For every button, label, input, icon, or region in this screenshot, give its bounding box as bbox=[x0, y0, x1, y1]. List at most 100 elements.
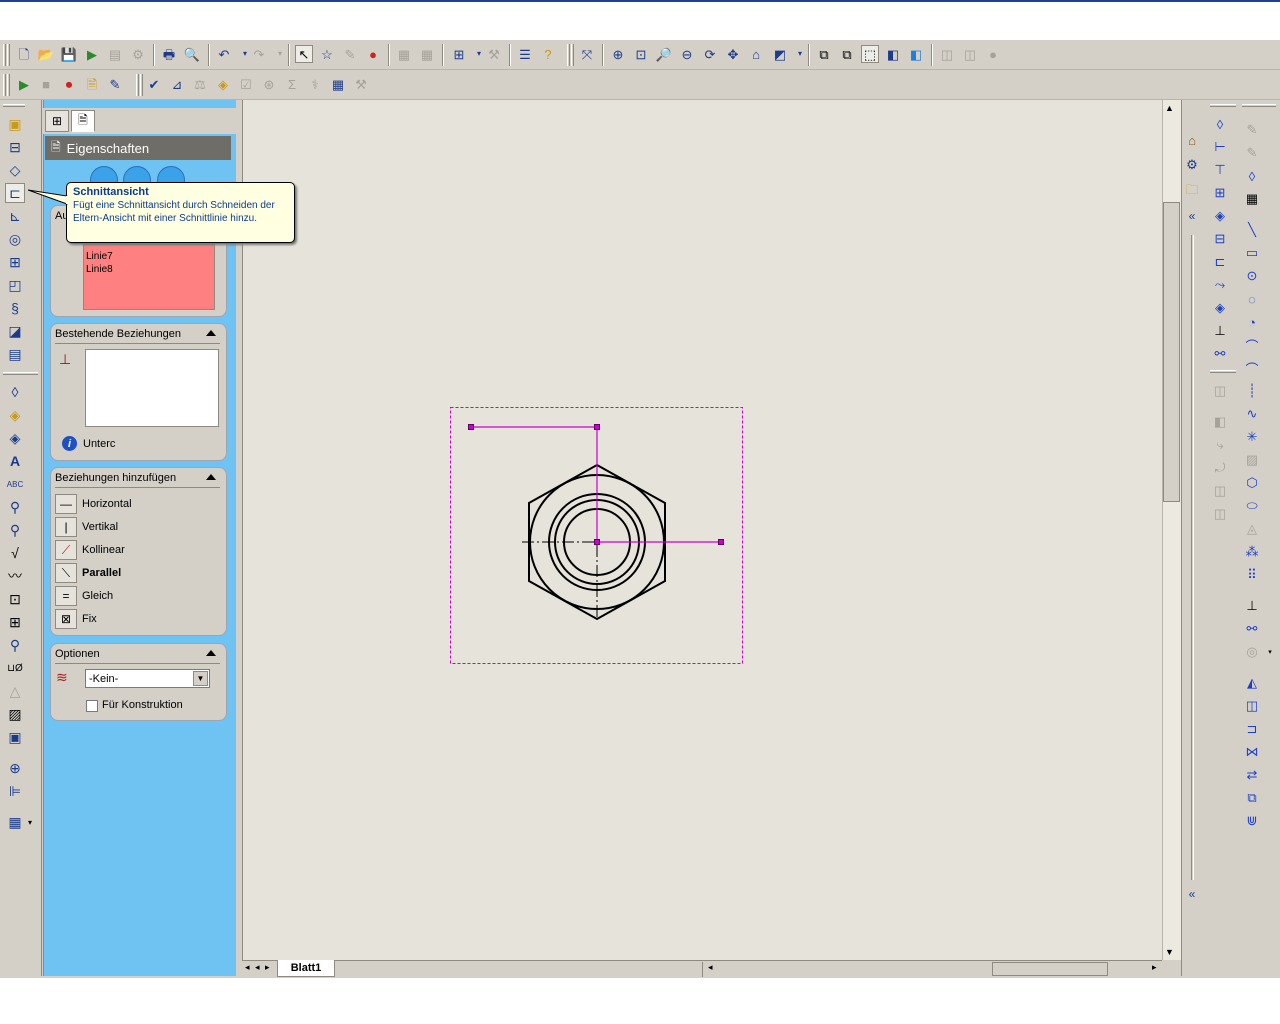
surface-finish-icon[interactable]: √ bbox=[5, 543, 25, 563]
tangent-arc-icon[interactable]: ◔ bbox=[1242, 312, 1262, 332]
centerline-icon[interactable]: ┊ bbox=[1242, 381, 1262, 401]
grid-icon[interactable]: ▦ bbox=[395, 45, 413, 63]
toolbar-grip[interactable] bbox=[1210, 370, 1236, 373]
section-view-icon[interactable]: ⊏ bbox=[5, 183, 25, 203]
polygon-icon[interactable]: ⬡ bbox=[1242, 473, 1262, 493]
break-icon[interactable]: § bbox=[5, 298, 25, 318]
sketch-endpoint[interactable] bbox=[718, 539, 724, 545]
layer-props-icon[interactable]: ◫ bbox=[1210, 381, 1230, 401]
smart-dimension-icon[interactable]: ◊ bbox=[1242, 166, 1262, 186]
scroll-right-icon[interactable]: ▸ bbox=[1152, 962, 1157, 973]
mass-properties-icon[interactable]: ⚖ bbox=[191, 75, 209, 93]
mirror-icon[interactable]: ◬ bbox=[1242, 519, 1262, 539]
file-explorer-icon[interactable]: 🗀 bbox=[1182, 182, 1202, 202]
drawing-view[interactable] bbox=[242, 100, 1162, 960]
alternate-position-icon[interactable]: ▤ bbox=[5, 344, 25, 364]
check-icon[interactable]: ☑ bbox=[237, 75, 255, 93]
horizontal-ordinate-icon[interactable]: ⊟ bbox=[1210, 229, 1230, 249]
table-dropdown-icon[interactable]: ▾ bbox=[28, 818, 32, 827]
baseline-dimension-icon[interactable]: ⊞ bbox=[1210, 183, 1230, 203]
toolbar-grip[interactable] bbox=[1242, 104, 1276, 107]
first-sheet-icon[interactable]: ◂ bbox=[245, 962, 250, 973]
spell-check-icon[interactable]: ✔ bbox=[145, 75, 163, 93]
prev-sheet-icon[interactable]: ◂ bbox=[255, 962, 260, 973]
snap-dropdown-icon[interactable]: ▾ bbox=[1260, 642, 1280, 662]
sketch-endpoint[interactable] bbox=[594, 539, 600, 545]
vertical-dimension-icon[interactable]: ⊤ bbox=[1210, 160, 1230, 180]
trim-icon[interactable]: ⊐ bbox=[1242, 719, 1262, 739]
redo-icon[interactable]: ↷ bbox=[250, 45, 268, 63]
line-style-icon[interactable]: ⤾ bbox=[1210, 458, 1230, 478]
3point-arc-icon[interactable]: ⌒ bbox=[1242, 335, 1262, 355]
smart-dimension-icon[interactable]: ◊ bbox=[5, 382, 25, 402]
pan-icon[interactable]: ✥ bbox=[724, 45, 742, 63]
save-icon[interactable]: 💾 bbox=[60, 45, 78, 63]
mate-icon[interactable]: ⚒ bbox=[485, 45, 503, 63]
centerline-icon[interactable]: ⊫ bbox=[5, 781, 25, 801]
run-macro-icon[interactable]: ▶ bbox=[15, 75, 33, 93]
note-icon[interactable]: A bbox=[5, 451, 25, 471]
equal-icon[interactable]: = bbox=[55, 586, 77, 606]
spell-checker-icon[interactable]: ABC bbox=[5, 474, 25, 494]
section-properties-icon[interactable]: ◈ bbox=[214, 75, 232, 93]
toolbar-grip[interactable] bbox=[136, 74, 139, 96]
collinear-icon[interactable]: ⟋ bbox=[55, 540, 77, 560]
new-macro-icon[interactable]: 🗎 bbox=[83, 75, 101, 93]
list-item[interactable]: Linie8 bbox=[86, 263, 212, 276]
statistics-icon[interactable]: ▦ bbox=[329, 75, 347, 93]
redo-dropdown-icon[interactable]: ▾ bbox=[271, 45, 289, 63]
parallel-icon[interactable]: ⟍ bbox=[55, 563, 77, 583]
block-icon[interactable]: ▣ bbox=[5, 727, 25, 747]
ordinate-dimension-icon[interactable]: ◈ bbox=[1210, 206, 1230, 226]
select-other-icon[interactable]: ☆ bbox=[318, 45, 336, 63]
undo-icon[interactable]: ↶ bbox=[215, 45, 233, 63]
select-icon[interactable]: ↖ bbox=[295, 45, 313, 63]
next-sheet-icon[interactable]: ▸ bbox=[265, 962, 270, 973]
construction-checkbox[interactable] bbox=[86, 700, 98, 712]
zoom-in-icon[interactable]: 🔎 bbox=[655, 45, 673, 63]
realview-icon[interactable]: ● bbox=[984, 45, 1002, 63]
sheet-tab[interactable]: Blatt1 bbox=[277, 960, 335, 977]
new-doc-icon[interactable]: 🗋 bbox=[15, 45, 33, 63]
view-tool-icon[interactable]: ⤧ bbox=[578, 45, 596, 63]
centerpoint-arc-icon[interactable]: ◌ bbox=[1242, 289, 1262, 309]
print-setup-icon[interactable]: ▤ bbox=[106, 45, 124, 63]
home-icon[interactable]: ⌂ bbox=[1182, 130, 1202, 150]
3d-sketch-icon[interactable]: ✎ bbox=[1242, 143, 1262, 163]
help-icon[interactable]: ? bbox=[539, 45, 557, 63]
relation-fix[interactable]: ⊠ Fix bbox=[55, 608, 97, 630]
zoom-fit-icon[interactable]: ⊕ bbox=[609, 45, 627, 63]
print-preview-icon[interactable]: 🔍 bbox=[183, 45, 201, 63]
collapse-arrow-icon[interactable] bbox=[206, 650, 216, 656]
relation-collinear[interactable]: ⟋ Kollinear bbox=[55, 539, 125, 561]
line-color-icon[interactable]: ◧ bbox=[1210, 412, 1230, 432]
wireframe-icon[interactable]: ⧉ bbox=[815, 45, 833, 63]
sketch-icon[interactable]: ✎ bbox=[1242, 120, 1262, 140]
dimension-icon[interactable]: ◊ bbox=[1210, 114, 1230, 134]
toolbar-grip[interactable] bbox=[3, 44, 6, 66]
auto-balloon-icon[interactable]: ⚲ bbox=[5, 520, 25, 540]
smart-dimension-icon[interactable]: ⊞ bbox=[450, 45, 468, 63]
section-sketch-line[interactable] bbox=[471, 426, 721, 543]
tab-propertymanager[interactable]: 🗎 bbox=[71, 110, 95, 132]
toolbar-grip[interactable] bbox=[7, 74, 10, 96]
extend-icon[interactable]: ⋈ bbox=[1242, 742, 1262, 762]
datum-feature-icon[interactable]: ⚲ bbox=[5, 635, 25, 655]
layout-icon[interactable]: ▦ bbox=[418, 45, 436, 63]
ellipse-icon[interactable]: ⬭ bbox=[1242, 496, 1262, 516]
hidden-lines-removed-icon[interactable]: ⬚ bbox=[861, 45, 879, 63]
model-items-icon[interactable]: ◈ bbox=[5, 405, 25, 425]
import-diagnostics-icon[interactable]: ⚕ bbox=[306, 75, 324, 93]
interference-icon[interactable]: ⊛ bbox=[260, 75, 278, 93]
hide-edge-icon[interactable]: ◫ bbox=[1210, 481, 1230, 501]
rebuild-icon[interactable]: ▶ bbox=[83, 45, 101, 63]
line-icon[interactable]: ╲ bbox=[1242, 220, 1262, 240]
relation-parallel[interactable]: ⟍ Parallel bbox=[55, 562, 121, 584]
scroll-up-icon[interactable]: ▲ bbox=[1165, 103, 1174, 113]
broken-out-section-icon[interactable]: ◰ bbox=[5, 275, 25, 295]
point-icon[interactable]: ✳ bbox=[1242, 427, 1262, 447]
chamfer-dimension-icon[interactable]: ⤳ bbox=[1210, 275, 1230, 295]
toolbar-grip[interactable] bbox=[3, 104, 25, 107]
model-view-icon[interactable]: ▣ bbox=[5, 114, 25, 134]
hidden-lines-visible-icon[interactable]: ⧉ bbox=[838, 45, 856, 63]
